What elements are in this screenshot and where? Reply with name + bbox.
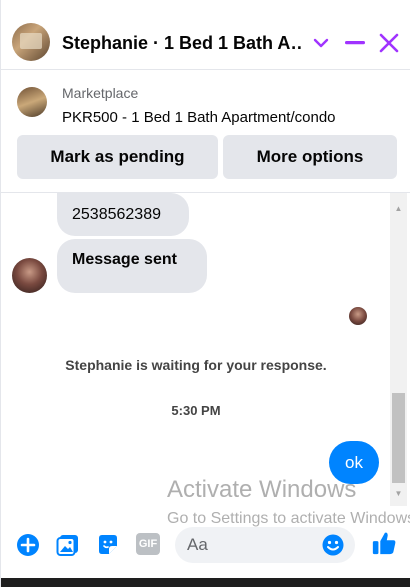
emoji-icon[interactable] <box>320 532 346 558</box>
gif-icon[interactable]: GIF <box>136 533 160 555</box>
like-icon[interactable] <box>371 530 397 556</box>
incoming-message-phone[interactable]: 2538562389 <box>57 193 189 236</box>
incoming-message-sent[interactable]: Message sent <box>57 239 207 293</box>
chevron-down-icon[interactable] <box>308 30 334 56</box>
message-list[interactable]: 2538562389 Message sent Stephanie is wai… <box>1 193 410 506</box>
listing-avatar[interactable] <box>12 23 50 61</box>
minimize-icon[interactable] <box>342 30 368 56</box>
seen-indicator-avatar <box>349 307 367 325</box>
scroll-down-icon[interactable]: ▼ <box>390 488 407 498</box>
listing-thumbnail[interactable] <box>17 87 47 117</box>
outgoing-message[interactable]: ok <box>329 441 379 484</box>
listing-title[interactable]: PKR500 - 1 Bed 1 Bath Apartment/condo <box>62 109 336 126</box>
plus-circle-icon[interactable] <box>15 532 41 558</box>
waiting-notice: Stephanie is waiting for your response. <box>65 357 327 373</box>
scroll-up-icon[interactable]: ▲ <box>390 203 407 213</box>
mark-as-pending-button[interactable]: Mark as pending <box>17 135 218 179</box>
scroll-thumb[interactable] <box>392 393 405 483</box>
chat-window: Stephanie · 1 Bed 1 Bath A… Marketplace … <box>0 0 410 587</box>
marketplace-label: Marketplace <box>62 85 139 101</box>
timestamp: 5:30 PM <box>171 403 221 418</box>
marketplace-banner: Marketplace PKR500 - 1 Bed 1 Bath Apartm… <box>1 71 410 193</box>
close-icon[interactable] <box>376 30 402 56</box>
sender-avatar[interactable] <box>12 258 47 293</box>
sticker-icon[interactable] <box>95 532 121 558</box>
photo-icon[interactable] <box>55 532 81 558</box>
chat-title[interactable]: Stephanie · 1 Bed 1 Bath A… <box>62 33 302 54</box>
composer-bar: GIF <box>1 520 410 570</box>
taskbar-strip <box>1 578 410 587</box>
chat-header: Stephanie · 1 Bed 1 Bath A… <box>1 0 410 70</box>
scrollbar[interactable]: ▲ ▼ <box>390 193 407 506</box>
more-options-button[interactable]: More options <box>223 135 397 179</box>
